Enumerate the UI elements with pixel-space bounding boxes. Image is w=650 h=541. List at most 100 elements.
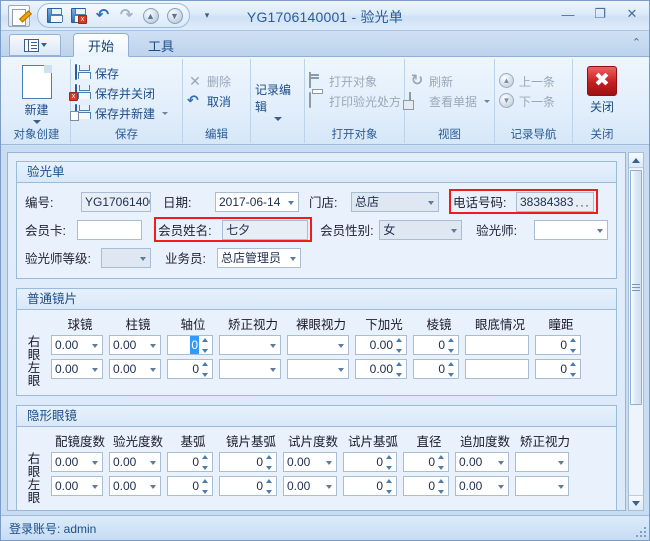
dropdown-field[interactable]: 0.00 <box>283 452 337 472</box>
spinner-field[interactable]: 0.00 <box>355 335 407 355</box>
spinner-arrows[interactable] <box>202 479 210 494</box>
optometrist-level-field[interactable] <box>101 247 151 268</box>
dropdown-field[interactable]: 0.00 <box>109 452 161 472</box>
spinner-field[interactable]: 0 <box>343 452 397 472</box>
dropdown-field[interactable]: 0.00 <box>51 452 103 472</box>
cancel-button[interactable]: ↶ 取消 <box>187 91 231 111</box>
member-name-field[interactable]: 七夕 <box>222 219 309 240</box>
date-field[interactable]: 2017-06-14 <box>215 191 299 212</box>
member-gender-label: 会员性别: <box>320 224 374 238</box>
view-document-button[interactable]: 查看单据 <box>409 91 491 111</box>
dropdown-field[interactable] <box>287 335 349 355</box>
spinner-field[interactable]: 0 <box>167 452 213 472</box>
dropdown-field[interactable] <box>219 359 281 379</box>
phone-lookup-button[interactable]: ··· <box>575 196 590 211</box>
scrollbar-thumb[interactable] <box>630 170 642 405</box>
spinner-field[interactable]: 0 <box>413 359 459 379</box>
spinner-field[interactable]: 0 <box>219 476 277 496</box>
spinner-field[interactable]: 0 <box>167 476 213 496</box>
save-button[interactable]: 保存 <box>75 63 168 83</box>
close-window-button[interactable]: ✕ <box>621 5 643 23</box>
spinner-arrows[interactable] <box>570 338 578 353</box>
table-cell: 0.00 <box>109 476 161 496</box>
minimize-button[interactable]: — <box>557 5 579 23</box>
spinner-field[interactable]: 0 <box>403 476 449 496</box>
scroll-down-button[interactable] <box>629 495 643 510</box>
spinner-field[interactable]: 0 <box>535 335 581 355</box>
delete-button[interactable]: ✕ 删除 <box>187 71 231 91</box>
spinner-arrows[interactable] <box>266 455 274 470</box>
dropdown-field[interactable] <box>219 335 281 355</box>
member-card-field[interactable] <box>76 219 143 240</box>
dropdown-field[interactable]: 0.00 <box>455 476 509 496</box>
spinner-arrows[interactable] <box>396 338 404 353</box>
print-prescription-button[interactable]: 打印验光处方 <box>309 91 401 111</box>
salesperson-field[interactable]: 总店管理员 <box>217 247 301 268</box>
chevron-down-icon[interactable] <box>162 111 169 115</box>
spinner-field[interactable]: 0 <box>535 359 581 379</box>
maximize-button[interactable]: ❐ <box>589 5 611 23</box>
spinner-field[interactable]: 0 <box>403 452 449 472</box>
column-header: 下加光 <box>365 318 403 332</box>
window-title: YG1706140001 - 验光单 <box>246 9 404 25</box>
spinner-arrows[interactable] <box>438 455 446 470</box>
scroll-up-button[interactable] <box>629 153 643 168</box>
resize-grip-icon[interactable] <box>634 525 646 537</box>
dropdown-field[interactable] <box>287 359 349 379</box>
spinner-arrows[interactable] <box>386 455 394 470</box>
text-field[interactable] <box>465 335 529 355</box>
save-and-new-button[interactable]: 保存并新建 <box>70 103 169 123</box>
spinner-field[interactable]: 0 <box>343 476 397 496</box>
table-row: 0.00 0.00 0 0 0.00 0 0 0.00 <box>25 474 608 498</box>
spinner-arrows[interactable] <box>266 479 274 494</box>
vertical-scrollbar[interactable] <box>628 152 644 511</box>
text-field[interactable] <box>465 359 529 379</box>
spinner-field[interactable]: 0 <box>167 359 213 379</box>
save-and-close-button[interactable]: x 保存并关闭 <box>69 83 168 103</box>
dropdown-field[interactable] <box>515 452 569 472</box>
spinner-field[interactable]: 0 <box>413 335 459 355</box>
table-cell <box>465 335 529 355</box>
dropdown-field[interactable]: 0.00 <box>51 476 103 496</box>
arrow-up-icon: ▲ <box>499 73 515 89</box>
dropdown-field[interactable]: 0.00 <box>51 359 103 379</box>
spinner-arrows[interactable] <box>202 362 210 377</box>
previous-record-button[interactable]: ▲ 上一条 <box>499 71 555 91</box>
order-no-label: 编号: <box>25 196 54 210</box>
new-button[interactable]: 新建 <box>7 63 66 124</box>
open-object-button[interactable]: 打开对象 <box>309 71 401 91</box>
app-menu-button[interactable] <box>9 34 61 56</box>
record-edit-button[interactable]: 记录编辑 <box>255 79 300 121</box>
spinner-arrows[interactable] <box>202 338 210 353</box>
tab-start[interactable]: 开始 <box>73 33 130 57</box>
spinner-arrows[interactable] <box>202 455 210 470</box>
dropdown-field[interactable]: 0.00 <box>455 452 509 472</box>
column-header: 棱镜 <box>426 318 452 332</box>
next-record-button[interactable]: ▼ 下一条 <box>499 91 555 111</box>
dropdown-field[interactable]: 0.00 <box>51 335 103 355</box>
ribbon-collapse-icon[interactable]: ⌃ <box>632 36 641 49</box>
spinner-field[interactable]: 0.00 <box>355 359 407 379</box>
spinner-arrows[interactable] <box>386 479 394 494</box>
tab-tools[interactable]: 工具 <box>134 33 188 57</box>
spinner-field[interactable]: 0 <box>219 452 277 472</box>
spinner-arrows[interactable] <box>448 362 456 377</box>
dropdown-field[interactable] <box>515 476 569 496</box>
spinner-field[interactable]: 0 <box>167 335 213 355</box>
spinner-arrows[interactable] <box>396 362 404 377</box>
close-form-button[interactable]: ✖ 关闭 <box>577 63 627 115</box>
dropdown-field[interactable]: 0.00 <box>109 335 161 355</box>
chevron-down-icon[interactable] <box>484 99 491 103</box>
spinner-arrows[interactable] <box>448 338 456 353</box>
optometrist-field[interactable] <box>534 219 609 240</box>
spinner-arrows[interactable] <box>570 362 578 377</box>
column-header: 试片度数 <box>287 435 338 449</box>
member-gender-field[interactable]: 女 <box>379 219 463 240</box>
dropdown-field[interactable]: 0.00 <box>109 476 161 496</box>
store-field[interactable]: 总店 <box>351 191 439 212</box>
phone-field[interactable]: 38384383 ··· <box>516 191 594 212</box>
spinner-arrows[interactable] <box>438 479 446 494</box>
dropdown-field[interactable]: 0.00 <box>109 359 161 379</box>
refresh-button[interactable]: ↻ 刷新 <box>409 71 490 91</box>
dropdown-field[interactable]: 0.00 <box>283 476 337 496</box>
